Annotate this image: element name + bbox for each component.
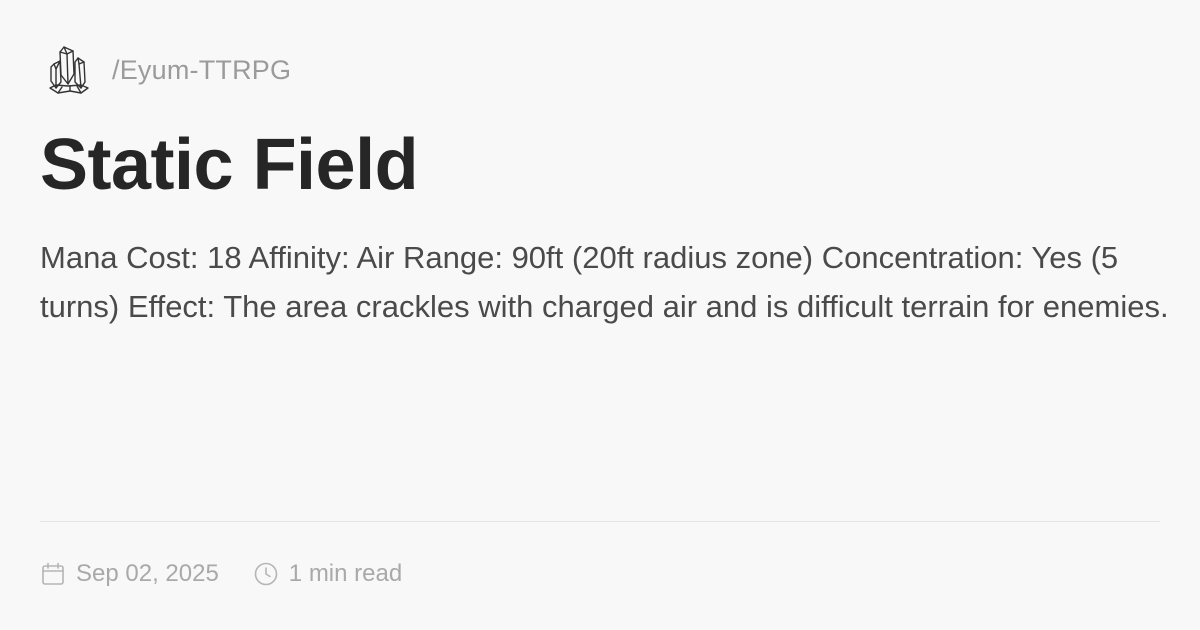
site-path-link[interactable]: /Eyum-TTRPG (112, 55, 291, 86)
post-date: Sep 02, 2025 (76, 560, 219, 587)
calendar-icon (42, 562, 64, 585)
page-title: Static Field (40, 125, 419, 205)
site-header: /Eyum-TTRPG (48, 42, 291, 98)
divider (40, 521, 1160, 522)
read-time: 1 min read (288, 560, 403, 587)
date-meta: Sep 02, 2025 (40, 560, 219, 588)
post-meta: Sep 02, 2025 1 min read (40, 556, 402, 592)
post-description: Mana Cost: 18 Affinity: Air Range: 90ft … (40, 240, 1169, 324)
read-time-meta: 1 min read (253, 560, 402, 588)
clock-icon (254, 562, 278, 586)
crystal-icon[interactable] (48, 44, 90, 96)
